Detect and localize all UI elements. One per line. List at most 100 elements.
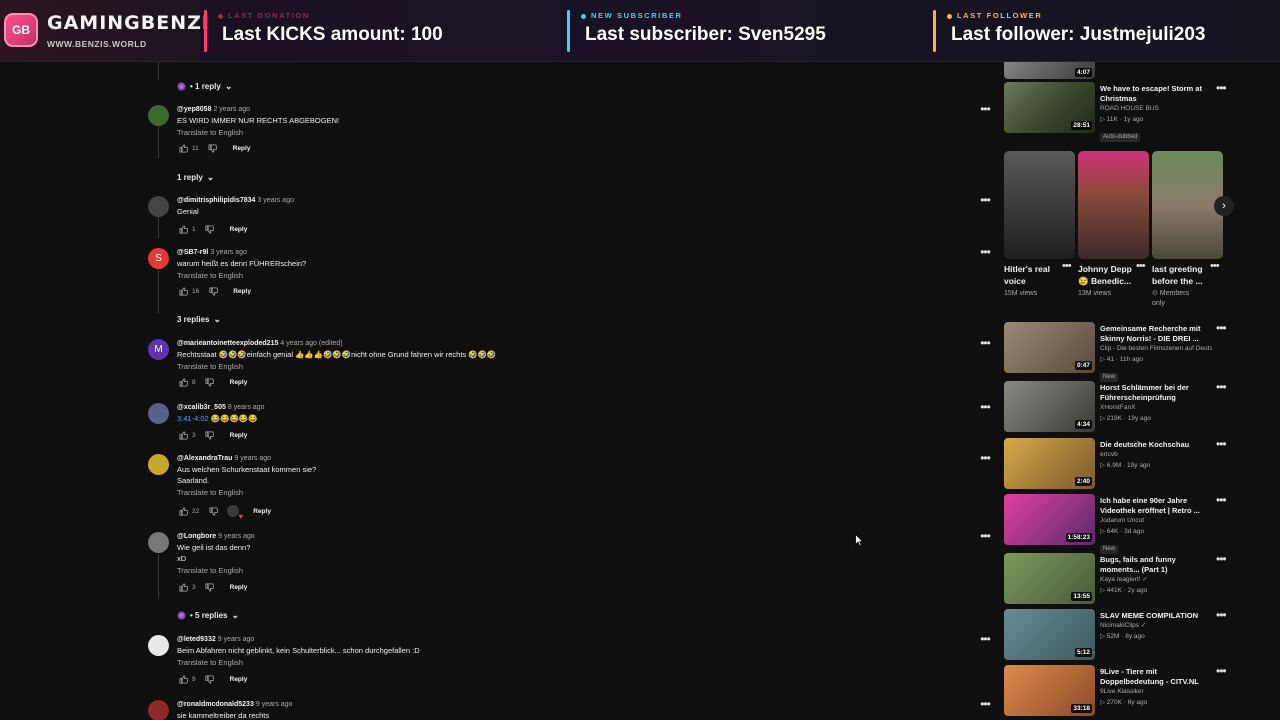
avatar[interactable]	[148, 196, 169, 217]
comment-time[interactable]: 4 years ago (edited)	[280, 340, 342, 347]
avatar[interactable]	[148, 403, 169, 424]
video-channel[interactable]: Kaya reagiert! ✓	[1100, 575, 1212, 585]
more-options-icon[interactable]: •••	[1216, 553, 1227, 565]
thumbs-up-icon[interactable]	[177, 142, 189, 154]
comment-author[interactable]: @SB7-r9l	[177, 249, 208, 256]
thumbs-up-icon[interactable]	[177, 223, 189, 235]
more-options-icon[interactable]: •••	[978, 194, 992, 206]
reply-button[interactable]: Reply	[230, 432, 248, 439]
thumbs-down-icon[interactable]	[204, 581, 216, 593]
thumbs-down-icon[interactable]	[204, 376, 216, 388]
comment-author[interactable]: @dimitrisphilipidis7834	[177, 197, 255, 204]
short-item[interactable]: last greeting before the ... ⊙ Members o…	[1152, 151, 1223, 309]
thumbs-down-icon[interactable]	[204, 223, 216, 235]
comment-time[interactable]: 9 years ago	[256, 701, 293, 708]
avatar[interactable]: M	[148, 339, 169, 360]
comment-time[interactable]: 3 years ago	[257, 197, 294, 204]
thumbs-down-icon[interactable]	[207, 285, 219, 297]
reply-button[interactable]: Reply	[230, 584, 248, 591]
reply-button[interactable]: Reply	[230, 676, 248, 683]
comment-time[interactable]: 8 years ago	[228, 404, 265, 411]
thumbs-up-icon[interactable]	[177, 581, 189, 593]
comment-time[interactable]: 9 years ago	[234, 455, 271, 462]
more-options-icon[interactable]: •••	[978, 530, 992, 542]
video-thumbnail[interactable]: 28:51	[1004, 82, 1095, 133]
video-channel[interactable]: Clip - Die besten Filmszenen auf Deutsch…	[1100, 344, 1212, 354]
thumbs-down-icon[interactable]	[207, 505, 219, 517]
video-channel[interactable]: ROAD HOUSE BUS	[1100, 104, 1212, 114]
video-channel[interactable]: NicimakiClips ✓	[1100, 621, 1212, 631]
translate-link[interactable]: Translate to English	[177, 486, 957, 499]
more-options-icon[interactable]: •••	[1216, 381, 1227, 393]
video-channel[interactable]: Jodarum Uncut	[1100, 516, 1212, 526]
translate-link[interactable]: Translate to English	[177, 564, 957, 577]
avatar[interactable]	[148, 532, 169, 553]
more-options-icon[interactable]: •••	[1216, 322, 1227, 334]
video-title[interactable]: Die deutsche Kochschau	[1100, 440, 1212, 450]
avatar[interactable]	[148, 635, 169, 656]
more-options-icon[interactable]: •••	[978, 337, 992, 349]
translate-link[interactable]: Translate to English	[177, 360, 957, 373]
avatar[interactable]: S	[148, 248, 169, 269]
more-options-icon[interactable]: •••	[1216, 665, 1227, 677]
comment-author[interactable]: @ronaldmcdonald5233	[177, 701, 254, 708]
comment-author[interactable]: @leted9332	[177, 636, 216, 643]
comment-time[interactable]: 2 years ago	[213, 106, 250, 113]
video-thumbnail[interactable]: 2:40	[1004, 438, 1095, 489]
chevron-right-icon[interactable]: ›	[1214, 196, 1234, 216]
video-title[interactable]: Gemeinsame Recherche mit Skinny Norris! …	[1100, 324, 1212, 344]
video-title[interactable]: SLAV MEME COMPILATION	[1100, 611, 1212, 621]
comment-author[interactable]: @AlexandraTrau	[177, 455, 232, 462]
more-options-icon[interactable]: •••	[978, 633, 992, 645]
thumbs-up-icon[interactable]	[177, 376, 189, 388]
video-channel[interactable]: XHorstFanX	[1100, 403, 1212, 413]
comment-author[interactable]: @yep8058	[177, 106, 211, 113]
more-options-icon[interactable]: •••	[978, 452, 992, 464]
short-thumbnail[interactable]	[1004, 151, 1075, 259]
more-options-icon[interactable]: •••	[1136, 261, 1146, 272]
avatar[interactable]	[148, 700, 169, 720]
more-options-icon[interactable]: •••	[1216, 494, 1227, 506]
avatar[interactable]	[148, 454, 169, 475]
thumbs-down-icon[interactable]	[207, 142, 219, 154]
more-options-icon[interactable]: •••	[1210, 261, 1220, 272]
video-thumbnail[interactable]: 1:58:23	[1004, 494, 1095, 545]
thumbs-up-icon[interactable]	[177, 429, 189, 441]
more-options-icon[interactable]: •••	[1216, 82, 1227, 94]
short-thumbnail[interactable]	[1078, 151, 1149, 259]
short-item[interactable]: Johnny Depp 😢 Benedic... 13M views •••	[1078, 151, 1149, 299]
video-title[interactable]: Ich habe eine 90er Jahre Videothek eröff…	[1100, 496, 1212, 516]
more-options-icon[interactable]: •••	[978, 698, 992, 710]
thumbs-down-icon[interactable]	[204, 673, 216, 685]
comment-author[interactable]: @xcalib3r_505	[177, 404, 226, 411]
reply-button[interactable]: Reply	[230, 379, 248, 386]
more-options-icon[interactable]: •••	[978, 246, 992, 258]
video-title[interactable]: 9Live - Tiere mit Doppelbedeutung - CITV…	[1100, 667, 1212, 687]
comment-time[interactable]: 3 years ago	[210, 249, 247, 256]
reply-button[interactable]: Reply	[233, 288, 251, 295]
translate-link[interactable]: Translate to English	[177, 656, 957, 669]
short-title[interactable]: Johnny Depp 😢 Benedic...	[1078, 263, 1136, 287]
video-channel[interactable]: 9Live Klassiker	[1100, 687, 1212, 697]
video-thumbnail[interactable]: 4:07	[1004, 62, 1095, 79]
video-thumbnail[interactable]: 0:47	[1004, 322, 1095, 373]
more-options-icon[interactable]: •••	[978, 401, 992, 413]
comment-time[interactable]: 9 years ago	[218, 533, 255, 540]
thumbs-up-icon[interactable]	[177, 673, 189, 685]
replies-toggle[interactable]: 1 reply ⌄	[177, 172, 214, 183]
reply-button[interactable]: Reply	[253, 508, 271, 515]
replies-toggle[interactable]: • 1 reply ⌄	[177, 81, 232, 92]
short-title[interactable]: last greeting before the ...	[1152, 263, 1210, 287]
thumbs-up-icon[interactable]	[177, 285, 189, 297]
video-thumbnail[interactable]: 4:34	[1004, 381, 1095, 432]
reply-button[interactable]: Reply	[230, 226, 248, 233]
short-thumbnail[interactable]	[1152, 151, 1223, 259]
thumbs-down-icon[interactable]	[204, 429, 216, 441]
replies-toggle[interactable]: • 5 replies ⌄	[177, 610, 239, 621]
video-thumbnail[interactable]: 5:12	[1004, 609, 1095, 660]
short-title[interactable]: Hitler's real voice	[1004, 263, 1062, 287]
timestamp-link[interactable]: 3:41-4:02	[177, 414, 209, 423]
reply-button[interactable]: Reply	[233, 145, 251, 152]
video-title[interactable]: Bugs, fails and funny moments... (Part 1…	[1100, 555, 1212, 575]
video-thumbnail[interactable]: 33:18	[1004, 665, 1095, 716]
